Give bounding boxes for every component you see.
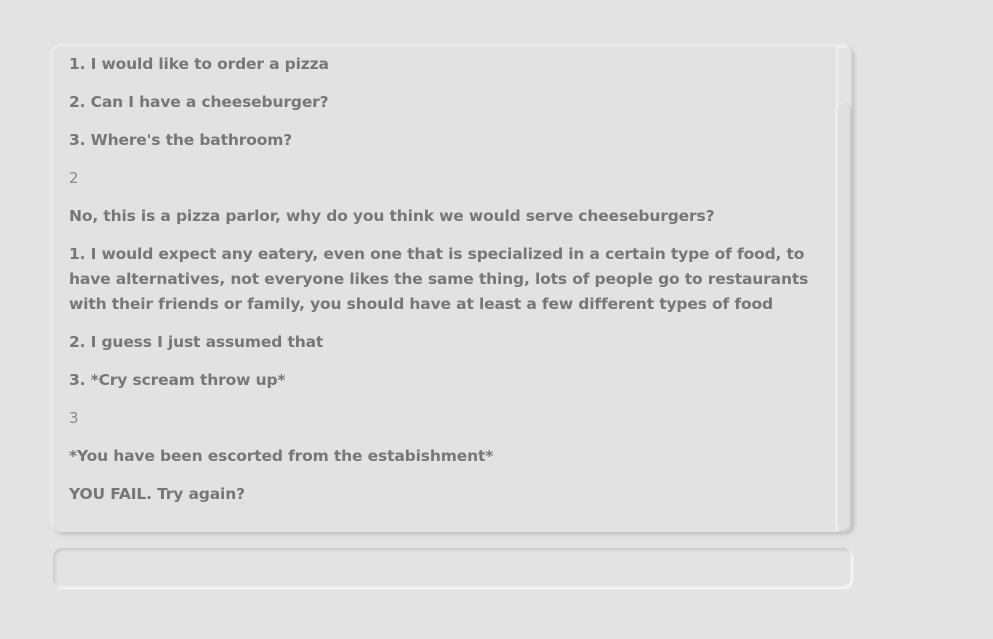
chat-line-option: 2. I guess I just assumed that	[69, 333, 324, 351]
chat-line-option: 3. *Cry scream throw up*	[69, 371, 286, 389]
chat-line-option: 1. I would expect any eatery, even one t…	[69, 245, 809, 313]
chat-line-response: No, this is a pizza parlor, why do you t…	[69, 207, 715, 225]
chat-line-user-input: 2	[69, 169, 79, 187]
chat-line-option: 2. Can I have a cheeseburger?	[69, 93, 329, 111]
chat-log: 1. I would like to order a pizza 2. Can …	[53, 46, 834, 532]
chat-line-response: *You have been escorted from the estabis…	[69, 447, 494, 465]
command-input[interactable]	[53, 548, 852, 588]
chat-panel: 1. I would like to order a pizza 2. Can …	[53, 46, 852, 532]
page: 1. I would like to order a pizza 2. Can …	[0, 0, 993, 639]
chat-line-option: 1. I would like to order a pizza	[69, 55, 329, 73]
chat-scroll-thumb[interactable]	[837, 104, 850, 530]
chat-line-option: 3. Where's the bathroom?	[69, 131, 293, 149]
chat-line-response: YOU FAIL. Try again?	[69, 485, 245, 503]
chat-line-user-input: 3	[69, 409, 79, 427]
chat-scrollbar[interactable]	[836, 46, 852, 532]
